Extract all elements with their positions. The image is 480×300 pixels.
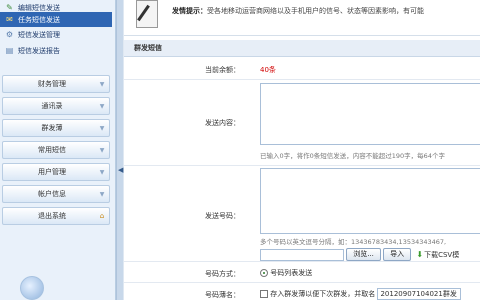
content-hint: 已输入0字，将作0条短信发送，内容不能超过190字，每64个字	[260, 152, 445, 160]
notice-bar: 发情提示：受各地移动运营商网络以及手机用户的信号、状态等因素影响，有可能	[124, 0, 480, 36]
main-content: 发情提示：受各地移动运营商网络以及手机用户的信号、状态等因素影响，有可能 群发短…	[124, 0, 480, 300]
menu-label: 帐户信息	[38, 190, 66, 198]
content-label: 发送内容：	[205, 119, 240, 127]
sidebar-item-label: 编辑短信发送	[18, 3, 60, 12]
mode-row: 号码方式： 号码列表发送	[124, 262, 480, 283]
balance-value: 40条	[260, 66, 276, 74]
import-button[interactable]: 导入	[383, 248, 412, 261]
home-icon: ⌂	[99, 212, 105, 220]
balance-label: 当前余额：	[205, 66, 240, 74]
download-csv-link[interactable]: ⬇ 下载CSV模	[416, 250, 459, 260]
content-textarea[interactable]	[260, 83, 480, 145]
numbers-hint: 多个号码以英文逗号分隔，如：13436783434,13534343467,	[260, 238, 447, 246]
chevron-down-icon: ▼	[99, 102, 105, 110]
sidebar-item-label: 短信发送报告	[18, 46, 60, 55]
save-group-label: 存入群发薄以便下次群发，并取名	[270, 290, 376, 298]
menu-common-sms[interactable]: 常用短信 ▼	[2, 141, 110, 159]
menu-user-management[interactable]: 用户管理 ▼	[2, 163, 110, 181]
menu-label: 财务管理	[38, 80, 66, 88]
sidebar: ✎ 编辑短信发送 ✉ 任务短信发送 ⚙ 短信发送管理 ▤ 短信发送报告 财务管理…	[0, 0, 116, 300]
save-group-checkbox[interactable]	[260, 290, 268, 298]
collapse-arrow-icon[interactable]: ◀	[118, 166, 123, 174]
chevron-down-icon: ▼	[99, 168, 105, 176]
logo	[20, 276, 44, 300]
numbers-textarea[interactable]	[260, 168, 480, 234]
section-title: 群发短信	[124, 40, 480, 57]
notice-title: 发情提示：	[172, 7, 207, 15]
chevron-down-icon: ▼	[99, 124, 105, 132]
numbers-label: 发送号码：	[205, 212, 240, 220]
settings-icon: ⚙	[5, 30, 14, 39]
group-name-input[interactable]: 20120907104021群发	[377, 288, 462, 300]
report-icon: ▤	[5, 46, 14, 55]
sidebar-item-label: 短信发送管理	[18, 30, 60, 39]
mode-list-radio[interactable]	[260, 269, 268, 277]
notice-body: 受各地移动运营商网络以及手机用户的信号、状态等因素影响，有可能	[207, 7, 424, 15]
groupname-label: 号码薄名：	[205, 291, 240, 299]
download-arrow-icon: ⬇	[416, 250, 424, 259]
sidebar-item-task-sms[interactable]: ✉ 任务短信发送	[0, 12, 112, 27]
menu-logout[interactable]: 退出系统 ⌂	[2, 207, 110, 225]
notice-text: 发情提示：受各地移动运营商网络以及手机用户的信号、状态等因素影响，有可能	[172, 6, 424, 16]
file-path-input[interactable]	[260, 248, 344, 261]
menu-label: 退出系统	[38, 212, 66, 220]
download-csv-label: 下载CSV模	[424, 250, 460, 259]
sidebar-splitter[interactable]: ◀	[116, 0, 123, 300]
sidebar-item-sms-management[interactable]: ⚙ 短信发送管理	[0, 27, 112, 42]
menu-account-info[interactable]: 帐户信息 ▼	[2, 185, 110, 203]
sidebar-item-label: 任务短信发送	[18, 15, 60, 24]
numbers-row: 发送号码： 多个号码以英文逗号分隔，如：13436783434,13534343…	[124, 166, 480, 262]
menu-finance[interactable]: 财务管理 ▼	[2, 75, 110, 93]
browse-button[interactable]: 浏览...	[346, 248, 381, 261]
pencil-icon: ✎	[6, 3, 13, 12]
content-row: 发送内容： 已输入0字，将作0条短信发送，内容不能超过190字，每64个字	[124, 80, 480, 166]
mode-option-label: 号码列表发送	[270, 269, 313, 277]
balance-row: 当前余额： 40条	[124, 58, 480, 80]
menu-label: 通讯录	[41, 102, 63, 110]
envelope-icon: ✉	[6, 15, 13, 24]
menu-contacts[interactable]: 通讯录 ▼	[2, 97, 110, 115]
menu-group-book[interactable]: 群发薄 ▼	[2, 119, 110, 137]
groupname-row: 号码薄名： 存入群发薄以便下次群发，并取名 20120907104021群发	[124, 283, 480, 300]
menu-label: 群发薄	[41, 124, 63, 132]
chevron-down-icon: ▼	[99, 190, 105, 198]
sidebar-item-sms-report[interactable]: ▤ 短信发送报告	[0, 43, 112, 58]
chevron-down-icon: ▼	[99, 80, 105, 88]
mode-label: 号码方式：	[205, 270, 240, 278]
menu-label: 用户管理	[38, 168, 66, 176]
notepad-icon	[136, 0, 158, 28]
chevron-down-icon: ▼	[99, 146, 105, 154]
menu-label: 常用短信	[38, 146, 66, 154]
